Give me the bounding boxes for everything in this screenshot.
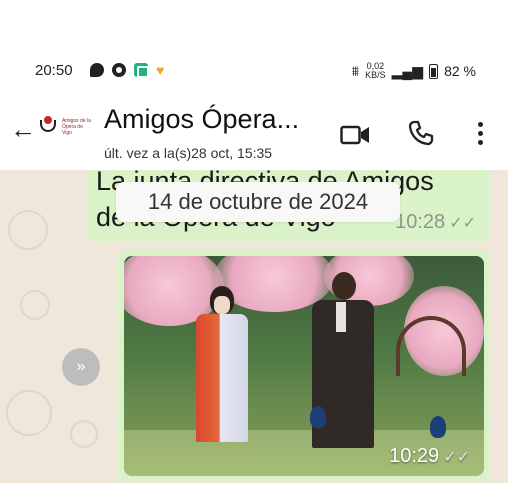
data-speed: 0,02 KB/S <box>365 61 386 80</box>
peacock <box>310 406 326 428</box>
woman-in-kimono <box>190 286 254 442</box>
chat-bubble-icon <box>90 63 104 77</box>
chat-title[interactable]: Amigos Ópera... <box>104 104 299 135</box>
wallpaper-doodle <box>70 420 98 448</box>
photo-time: 10:29 ✓✓ <box>389 445 470 467</box>
forward-icon[interactable]: » <box>62 348 100 386</box>
wallpaper-doodle <box>20 290 50 320</box>
battery-percent: 82 % <box>444 63 476 79</box>
message-time: 10:28 ✓✓ <box>395 211 476 233</box>
last-seen: últ. vez a la(s)28 oct, 15:35 <box>104 145 273 161</box>
heart-icon: ♥ <box>156 62 165 78</box>
avatar[interactable]: Amigos de la Ópera de Vigo <box>40 114 96 144</box>
avatar-logo-text: Amigos de la Ópera de Vigo <box>62 118 91 136</box>
wifi-signal-icon: ▂▄▆ <box>391 62 424 79</box>
green-app-icon <box>134 63 149 78</box>
read-ticks-icon: ✓✓ <box>443 449 470 466</box>
more-options-icon[interactable] <box>476 122 484 148</box>
battery-icon <box>429 63 439 79</box>
peacock <box>430 416 446 438</box>
photo-message-bubble[interactable]: 10:29 ✓✓ <box>118 250 490 482</box>
read-ticks-icon: ✓✓ <box>449 215 476 232</box>
date-separator: 14 de octubre de 2024 <box>116 182 400 222</box>
dnd-circle-icon <box>112 63 126 77</box>
phone-call-icon[interactable] <box>408 120 434 146</box>
vibrate-icon: ⩩ <box>351 62 360 79</box>
chat-area[interactable]: La junta directiva de Amigos de la Ópera… <box>0 170 508 483</box>
notification-icons: ♥ <box>90 62 165 78</box>
avatar-bowl <box>40 120 56 132</box>
wallpaper-doodle <box>6 390 52 436</box>
system-indicators: ⩩ 0,02 KB/S ▂▄▆ 82 % <box>352 62 476 80</box>
back-arrow-icon[interactable]: ← <box>10 116 36 142</box>
video-call-icon[interactable] <box>340 124 370 146</box>
wallpaper-doodle <box>8 210 48 250</box>
chat-header: ← Amigos de la Ópera de Vigo Amigos Óper… <box>0 90 508 170</box>
photo-image[interactable]: 10:29 ✓✓ <box>124 256 484 476</box>
status-time: 20:50 <box>35 62 73 79</box>
status-bar: 20:50 ♥ ⩩ 0,02 KB/S ▂▄▆ 82 % <box>0 50 508 90</box>
